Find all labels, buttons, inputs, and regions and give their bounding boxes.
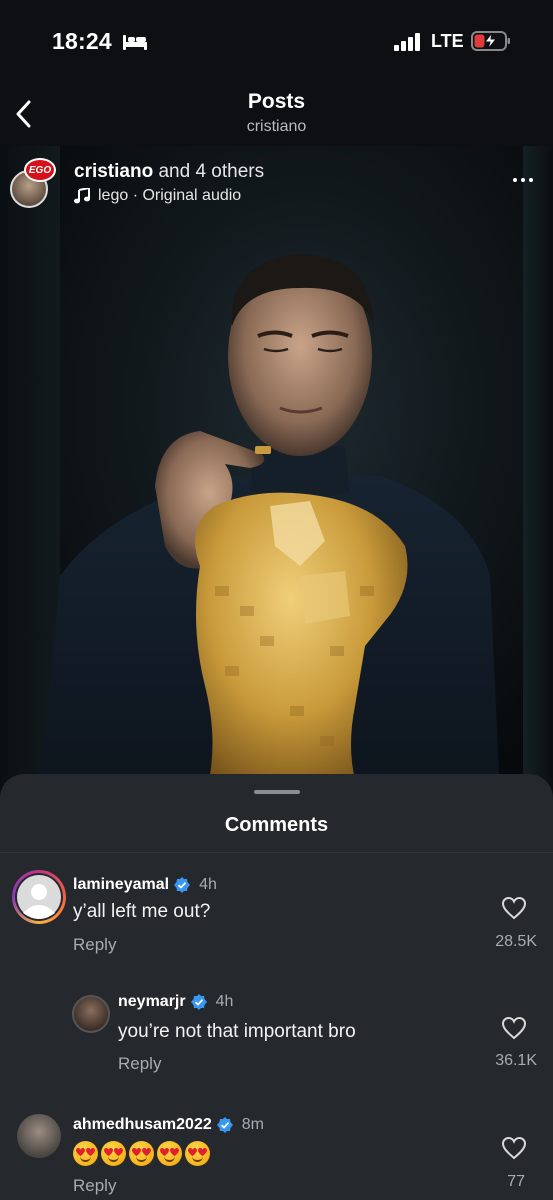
comment-text: y’all left me out? bbox=[73, 901, 211, 922]
avatar[interactable] bbox=[12, 870, 66, 924]
dot-icon bbox=[521, 178, 525, 182]
avatar[interactable] bbox=[17, 1114, 61, 1158]
battery-charging-icon bbox=[471, 31, 510, 51]
more-options-button[interactable] bbox=[510, 170, 536, 190]
post-image bbox=[40, 254, 500, 796]
heart-icon[interactable] bbox=[501, 896, 527, 920]
divider bbox=[0, 852, 553, 853]
username-text[interactable]: ahmedhusam2022 bbox=[73, 1116, 212, 1134]
heart-eyes-emoji bbox=[185, 1141, 210, 1166]
like-count: 36.1K bbox=[495, 1052, 537, 1069]
comment-time: 4h bbox=[215, 993, 234, 1010]
post-collab-text[interactable]: and 4 others bbox=[158, 161, 264, 182]
heart-eyes-emoji bbox=[101, 1141, 126, 1166]
reply-button[interactable]: Reply bbox=[73, 1176, 116, 1196]
comments-sheet: Comments lamineyamal 4h y’all left me ou… bbox=[0, 774, 553, 1200]
signal-icon bbox=[394, 33, 420, 51]
verified-badge-icon bbox=[216, 1117, 233, 1133]
bed-icon bbox=[123, 35, 147, 50]
like-count: 77 bbox=[507, 1173, 525, 1190]
username-text[interactable]: neymarjr bbox=[118, 993, 186, 1011]
page-title: Posts bbox=[247, 90, 306, 113]
like-count: 28.5K bbox=[495, 933, 537, 950]
username-text[interactable]: lamineyamal bbox=[73, 876, 169, 894]
music-note-icon bbox=[74, 188, 90, 204]
comments-title: Comments bbox=[224, 814, 329, 836]
comment-username[interactable]: ahmedhusam2022 8m bbox=[73, 1116, 264, 1134]
network-label: LTE bbox=[431, 31, 464, 51]
reply-button[interactable]: Reply bbox=[118, 1054, 161, 1074]
sheet-drag-handle[interactable] bbox=[254, 790, 300, 794]
heart-eyes-emoji bbox=[157, 1141, 182, 1166]
post-audio-label: lego · Original audio bbox=[98, 187, 242, 204]
comment-emoji-row bbox=[73, 1141, 210, 1166]
heart-icon[interactable] bbox=[501, 1136, 527, 1160]
page-subtitle: cristiano bbox=[246, 118, 307, 135]
comment-text: you’re not that important bro bbox=[118, 1021, 356, 1042]
comment-username[interactable]: neymarjr 4h bbox=[118, 993, 233, 1011]
post-audio[interactable]: lego · Original audio bbox=[74, 187, 241, 205]
comment-time: 4h bbox=[199, 876, 217, 893]
default-avatar-icon bbox=[17, 875, 61, 919]
comment-time: 8m bbox=[241, 1116, 264, 1133]
comment-username[interactable]: lamineyamal 4h bbox=[73, 876, 217, 894]
heart-eyes-emoji bbox=[73, 1141, 98, 1166]
avatar[interactable] bbox=[72, 995, 110, 1033]
verified-badge-icon bbox=[174, 877, 191, 893]
dot-icon bbox=[513, 178, 517, 182]
reply-button[interactable]: Reply bbox=[73, 935, 116, 955]
dot-icon bbox=[529, 178, 533, 182]
heart-eyes-emoji bbox=[129, 1141, 154, 1166]
post-media[interactable] bbox=[0, 146, 553, 796]
heart-icon[interactable] bbox=[501, 1016, 527, 1040]
status-bar: 18:24 LTE bbox=[0, 0, 553, 84]
post-author-name[interactable]: cristiano bbox=[74, 161, 153, 182]
status-time: 18:24 bbox=[52, 28, 112, 54]
lego-logo-badge: EGO bbox=[24, 158, 56, 182]
post-author[interactable]: cristiano and 4 others bbox=[74, 161, 264, 183]
posts-header: Posts cristiano bbox=[0, 84, 553, 146]
verified-badge-icon bbox=[190, 994, 207, 1010]
